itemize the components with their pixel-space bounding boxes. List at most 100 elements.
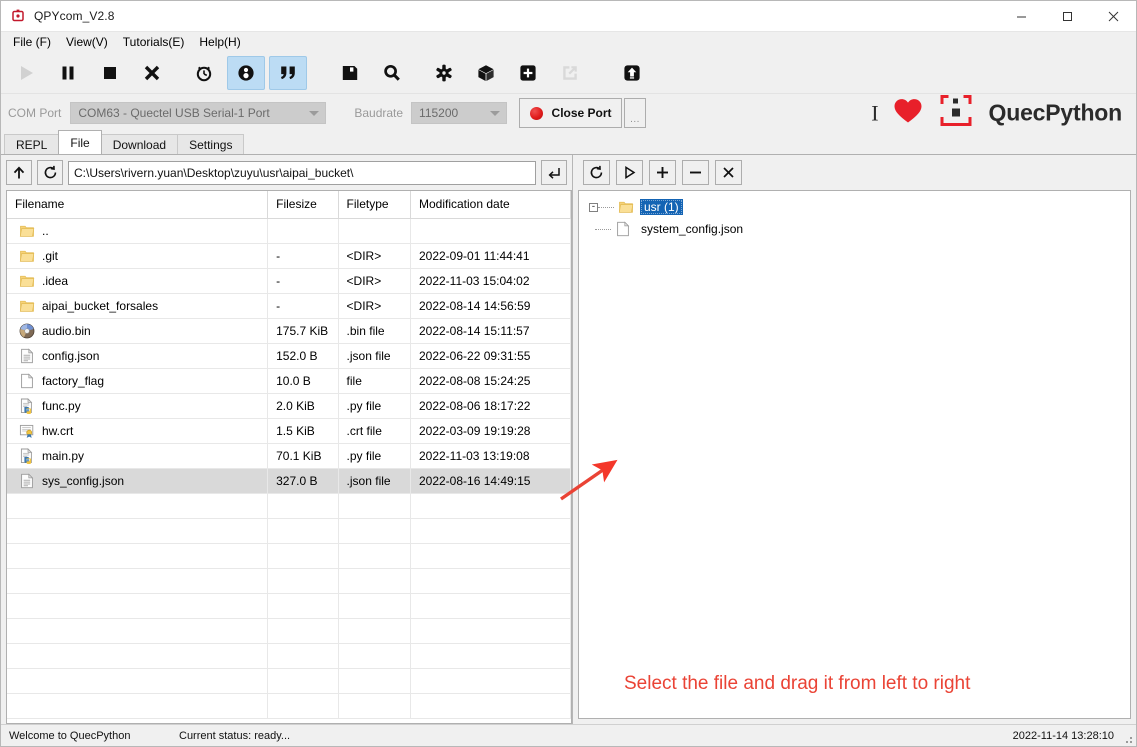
com-port-value: COM63 - Quectel USB Serial-1 Port bbox=[78, 106, 270, 120]
com-port-select[interactable]: COM63 - Quectel USB Serial-1 Port bbox=[70, 102, 327, 124]
table-row[interactable]: func.py 2.0 KiB .py file 2022-08-06 18:17:2… bbox=[7, 393, 571, 419]
cell-filesize: 70.1 KiB bbox=[267, 443, 339, 469]
add-file-button[interactable] bbox=[649, 160, 676, 185]
cell-filesize: - bbox=[267, 243, 339, 269]
tab-file[interactable]: File bbox=[58, 130, 102, 154]
go-up-button[interactable] bbox=[6, 160, 32, 185]
table-row[interactable]: hw.crt 1.5 KiB .crt file 2022-03-09 19:19:2… bbox=[7, 418, 571, 444]
repl-button[interactable] bbox=[227, 55, 265, 90]
cell-filetype: file bbox=[338, 368, 411, 394]
table-empty-area bbox=[7, 718, 571, 723]
external-link-button[interactable] bbox=[551, 56, 589, 90]
table-row[interactable]: sys_config.json 327.0 B .json file 2022-08-… bbox=[7, 468, 571, 494]
col-modification-date[interactable]: Modification date bbox=[410, 191, 571, 219]
tab-download[interactable]: Download bbox=[100, 134, 179, 154]
tab-repl[interactable]: REPL bbox=[4, 134, 60, 154]
status-welcome: Welcome to QuecPython bbox=[9, 729, 131, 742]
chevron-down-icon bbox=[309, 111, 320, 116]
path-enter-button[interactable] bbox=[541, 160, 567, 185]
port-status-indicator-icon bbox=[529, 106, 543, 120]
cell-date: 2022-03-09 19:19:28 bbox=[410, 418, 571, 444]
minimize-button[interactable] bbox=[998, 1, 1044, 32]
table-row[interactable]: factory_flag 10.0 Bfile 2022-08-08 15:24:2… bbox=[7, 368, 571, 394]
save-button[interactable] bbox=[331, 56, 369, 90]
refresh-local-button[interactable] bbox=[37, 160, 63, 185]
col-filesize[interactable]: Filesize bbox=[267, 191, 339, 219]
local-path-bar: C:\Users\rivern.yuan\Desktop\zuyu\usr\ai… bbox=[1, 155, 572, 190]
upload-button[interactable] bbox=[613, 56, 651, 90]
table-row[interactable]: .git - <DIR> 2022-09-01 11:44:41 bbox=[7, 243, 571, 269]
cell-filename: .idea bbox=[7, 268, 269, 294]
tree-connector bbox=[598, 206, 614, 208]
close-button[interactable] bbox=[1090, 1, 1136, 32]
filename-text: .. bbox=[42, 223, 49, 238]
refresh-device-button[interactable] bbox=[583, 160, 610, 185]
delete-file-button[interactable] bbox=[715, 160, 742, 185]
menu-tutorials[interactable]: Tutorials(E) bbox=[117, 33, 194, 51]
table-empty-row bbox=[7, 568, 571, 594]
disc-icon bbox=[19, 323, 35, 339]
status-timestamp: 2022-11-14 13:28:10 bbox=[1012, 729, 1114, 742]
table-row[interactable]: audio.bin 175.7 KiB .bin file 2022-08-14 15… bbox=[7, 318, 571, 344]
port-more-button[interactable]: ... bbox=[624, 98, 647, 128]
cell-filetype: .crt file bbox=[338, 418, 411, 444]
cell-filename: audio.bin bbox=[7, 318, 269, 344]
brand-name: QuecPython bbox=[988, 99, 1123, 126]
com-port-label: COM Port bbox=[8, 106, 62, 120]
collapse-expander-icon[interactable]: - bbox=[589, 202, 598, 212]
cell-date: 2022-11-03 13:19:08 bbox=[410, 443, 571, 469]
table-row[interactable]: aipai_bucket_forsales - <DIR> 2022-08-14 14… bbox=[7, 293, 571, 319]
table-empty-row bbox=[7, 643, 571, 669]
cell-filesize bbox=[267, 218, 339, 244]
col-filename[interactable]: Filename bbox=[7, 191, 269, 219]
device-file-panel: - usr (1) system_config.json bbox=[572, 155, 1136, 724]
quote-button[interactable] bbox=[269, 55, 307, 90]
remove-file-button[interactable] bbox=[682, 160, 709, 185]
baudrate-select[interactable]: 115200 bbox=[411, 102, 508, 124]
table-row[interactable]: config.json 152.0 B .json file 2022-06-22 0… bbox=[7, 343, 571, 369]
timer-button[interactable] bbox=[185, 56, 223, 90]
search-button[interactable] bbox=[373, 56, 411, 90]
add-button[interactable] bbox=[509, 56, 547, 90]
local-file-panel: C:\Users\rivern.yuan\Desktop\zuyu\usr\ai… bbox=[1, 155, 572, 724]
device-file-tree[interactable]: - usr (1) system_config.json bbox=[578, 190, 1131, 719]
tab-settings[interactable]: Settings bbox=[177, 134, 245, 154]
filename-text: config.json bbox=[42, 348, 100, 363]
table-empty-row bbox=[7, 593, 571, 619]
close-port-button[interactable]: Close Port bbox=[519, 98, 623, 128]
cell-filetype: .py file bbox=[338, 443, 411, 469]
play-icon bbox=[16, 63, 36, 83]
run-button[interactable] bbox=[7, 56, 45, 90]
pause-button[interactable] bbox=[49, 56, 87, 90]
filename-text: hw.crt bbox=[42, 423, 74, 438]
package-button[interactable] bbox=[467, 56, 505, 90]
cell-filename: hw.crt bbox=[7, 418, 269, 444]
tree-node-child[interactable]: system_config.json bbox=[579, 218, 1130, 240]
menu-file[interactable]: File (F) bbox=[7, 33, 60, 51]
cell-filename: .git bbox=[7, 243, 269, 269]
folder-icon bbox=[618, 199, 634, 215]
blank-file-icon bbox=[19, 372, 35, 389]
folder-icon bbox=[19, 298, 35, 314]
folder-icon bbox=[19, 223, 35, 239]
maximize-button[interactable] bbox=[1044, 1, 1090, 32]
local-file-table-wrapper[interactable]: Filename Filesize Filetype Modification … bbox=[6, 190, 572, 724]
terminate-button[interactable] bbox=[133, 56, 171, 90]
menu-view[interactable]: View(V) bbox=[60, 33, 117, 51]
run-file-button[interactable] bbox=[616, 160, 643, 185]
table-row[interactable]: main.py 70.1 KiB .py file 2022-11-03 13:19:… bbox=[7, 443, 571, 469]
table-row[interactable]: .. bbox=[7, 218, 571, 244]
tree-connector bbox=[595, 228, 611, 230]
col-filetype[interactable]: Filetype bbox=[338, 191, 411, 219]
local-path-input[interactable]: C:\Users\rivern.yuan\Desktop\zuyu\usr\ai… bbox=[68, 160, 536, 185]
tree-root-label: usr (1) bbox=[640, 199, 683, 215]
stop-button[interactable] bbox=[91, 56, 129, 90]
resize-grip-icon[interactable] bbox=[1121, 732, 1133, 744]
table-row[interactable]: .idea - <DIR> 2022-11-03 15:04:02 bbox=[7, 268, 571, 294]
cell-filename: sys_config.json bbox=[7, 468, 269, 494]
menu-help[interactable]: Help(H) bbox=[193, 33, 249, 51]
tree-node-root[interactable]: - usr (1) bbox=[579, 196, 1130, 218]
settings-button[interactable] bbox=[425, 56, 463, 90]
table-empty-row bbox=[7, 668, 571, 694]
cell-date: 2022-08-06 18:17:22 bbox=[410, 393, 571, 419]
